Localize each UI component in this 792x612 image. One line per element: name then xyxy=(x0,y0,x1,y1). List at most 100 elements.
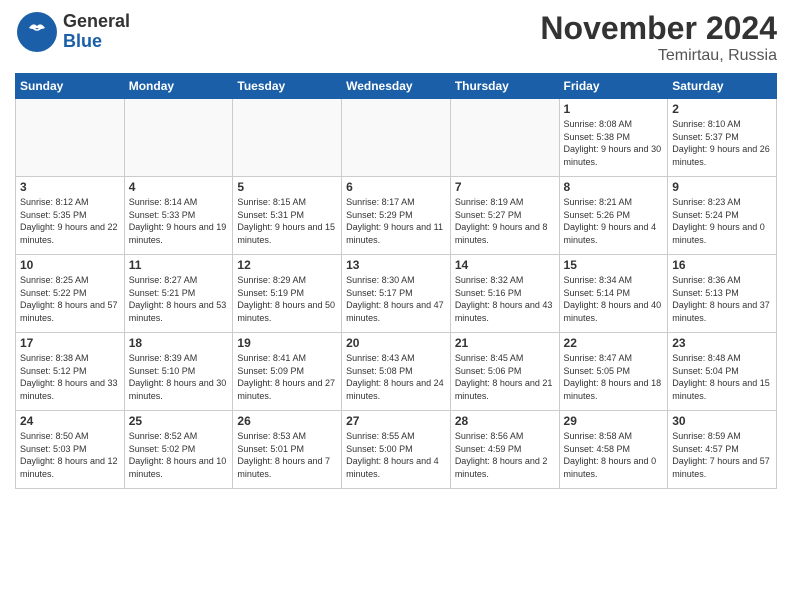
location: Temirtau, Russia xyxy=(540,47,777,65)
day-number: 18 xyxy=(129,336,229,350)
day-number: 28 xyxy=(455,414,555,428)
day-info: Sunrise: 8:55 AM Sunset: 5:00 PM Dayligh… xyxy=(346,430,446,480)
calendar-cell-w1-d4 xyxy=(450,99,559,177)
day-number: 24 xyxy=(20,414,120,428)
day-number: 2 xyxy=(672,102,772,116)
header-saturday: Saturday xyxy=(668,74,777,99)
day-info: Sunrise: 8:34 AM Sunset: 5:14 PM Dayligh… xyxy=(564,274,664,324)
day-info: Sunrise: 8:56 AM Sunset: 4:59 PM Dayligh… xyxy=(455,430,555,480)
header-wednesday: Wednesday xyxy=(342,74,451,99)
day-number: 13 xyxy=(346,258,446,272)
title-block: November 2024 Temirtau, Russia xyxy=(540,10,777,65)
day-number: 12 xyxy=(237,258,337,272)
day-number: 29 xyxy=(564,414,664,428)
page-header: General Blue November 2024 Temirtau, Rus… xyxy=(15,10,777,65)
day-info: Sunrise: 8:41 AM Sunset: 5:09 PM Dayligh… xyxy=(237,352,337,402)
calendar-cell-w4-d0: 17 Sunrise: 8:38 AM Sunset: 5:12 PM Dayli… xyxy=(16,333,125,411)
calendar-cell-w2-d3: 6Sunrise: 8:17 AM Sunset: 5:29 PM Daylig… xyxy=(342,177,451,255)
day-info: Sunrise: 8:23 AM Sunset: 5:24 PM Dayligh… xyxy=(672,196,772,246)
day-info: Sunrise: 8:10 AM Sunset: 5:37 PM Dayligh… xyxy=(672,118,772,168)
calendar-cell-w5-d2: 26 Sunrise: 8:53 AM Sunset: 5:01 PM Dayli… xyxy=(233,411,342,489)
day-number: 21 xyxy=(455,336,555,350)
day-number: 19 xyxy=(237,336,337,350)
calendar-week-2: 3 Sunrise: 8:12 AM Sunset: 5:35 PM Daylig… xyxy=(16,177,777,255)
month-title: November 2024 xyxy=(540,10,777,47)
day-info: Sunrise: 8:27 AM Sunset: 5:21 PM Dayligh… xyxy=(129,274,229,324)
header-tuesday: Tuesday xyxy=(233,74,342,99)
calendar-cell-w1-d1 xyxy=(124,99,233,177)
day-number: 17 xyxy=(20,336,120,350)
day-number: 23 xyxy=(672,336,772,350)
calendar-cell-w5-d6: 30 Sunrise: 8:59 AM Sunset: 4:57 PM Dayli… xyxy=(668,411,777,489)
calendar-cell-w2-d1: 4Sunrise: 8:14 AM Sunset: 5:33 PM Daylig… xyxy=(124,177,233,255)
logo-icon xyxy=(15,10,59,54)
calendar-cell-w3-d5: 15 Sunrise: 8:34 AM Sunset: 5:14 PM Dayli… xyxy=(559,255,668,333)
calendar-week-1: 1 Sunrise: 8:08 AM Sunset: 5:38 PM Daylig… xyxy=(16,99,777,177)
calendar-cell-w3-d6: 16Sunrise: 8:36 AM Sunset: 5:13 PM Dayli… xyxy=(668,255,777,333)
calendar-cell-w1-d3 xyxy=(342,99,451,177)
day-number: 9 xyxy=(672,180,772,194)
header-thursday: Thursday xyxy=(450,74,559,99)
day-info: Sunrise: 8:12 AM Sunset: 5:35 PM Dayligh… xyxy=(20,196,120,246)
day-info: Sunrise: 8:50 AM Sunset: 5:03 PM Dayligh… xyxy=(20,430,120,480)
day-info: Sunrise: 8:47 AM Sunset: 5:05 PM Dayligh… xyxy=(564,352,664,402)
calendar-cell-w1-d2 xyxy=(233,99,342,177)
day-number: 26 xyxy=(237,414,337,428)
logo: General Blue xyxy=(15,10,130,54)
calendar-cell-w3-d1: 11Sunrise: 8:27 AM Sunset: 5:21 PM Dayli… xyxy=(124,255,233,333)
calendar-cell-w4-d5: 22 Sunrise: 8:47 AM Sunset: 5:05 PM Dayli… xyxy=(559,333,668,411)
calendar-cell-w2-d2: 5 Sunrise: 8:15 AM Sunset: 5:31 PM Daylig… xyxy=(233,177,342,255)
day-info: Sunrise: 8:21 AM Sunset: 5:26 PM Dayligh… xyxy=(564,196,664,246)
calendar-cell-w3-d0: 10 Sunrise: 8:25 AM Sunset: 5:22 PM Dayli… xyxy=(16,255,125,333)
day-info: Sunrise: 8:15 AM Sunset: 5:31 PM Dayligh… xyxy=(237,196,337,246)
calendar-table: Sunday Monday Tuesday Wednesday Thursday… xyxy=(15,73,777,489)
calendar-cell-w5-d5: 29 Sunrise: 8:58 AM Sunset: 4:58 PM Dayli… xyxy=(559,411,668,489)
day-info: Sunrise: 8:38 AM Sunset: 5:12 PM Dayligh… xyxy=(20,352,120,402)
calendar-week-5: 24 Sunrise: 8:50 AM Sunset: 5:03 PM Dayli… xyxy=(16,411,777,489)
day-number: 8 xyxy=(564,180,664,194)
calendar-header-row: Sunday Monday Tuesday Wednesday Thursday… xyxy=(16,74,777,99)
day-info: Sunrise: 8:08 AM Sunset: 5:38 PM Dayligh… xyxy=(564,118,664,168)
day-number: 4 xyxy=(129,180,229,194)
day-number: 22 xyxy=(564,336,664,350)
day-number: 5 xyxy=(237,180,337,194)
calendar-cell-w5-d0: 24 Sunrise: 8:50 AM Sunset: 5:03 PM Dayli… xyxy=(16,411,125,489)
day-info: Sunrise: 8:58 AM Sunset: 4:58 PM Dayligh… xyxy=(564,430,664,480)
day-info: Sunrise: 8:30 AM Sunset: 5:17 PM Dayligh… xyxy=(346,274,446,324)
day-info: Sunrise: 8:36 AM Sunset: 5:13 PM Dayligh… xyxy=(672,274,772,324)
day-info: Sunrise: 8:19 AM Sunset: 5:27 PM Dayligh… xyxy=(455,196,555,246)
day-number: 15 xyxy=(564,258,664,272)
day-info: Sunrise: 8:39 AM Sunset: 5:10 PM Dayligh… xyxy=(129,352,229,402)
day-number: 14 xyxy=(455,258,555,272)
calendar-cell-w2-d0: 3 Sunrise: 8:12 AM Sunset: 5:35 PM Daylig… xyxy=(16,177,125,255)
calendar-cell-w2-d5: 8 Sunrise: 8:21 AM Sunset: 5:26 PM Daylig… xyxy=(559,177,668,255)
header-monday: Monday xyxy=(124,74,233,99)
day-number: 3 xyxy=(20,180,120,194)
day-info: Sunrise: 8:53 AM Sunset: 5:01 PM Dayligh… xyxy=(237,430,337,480)
calendar-cell-w4-d1: 18 Sunrise: 8:39 AM Sunset: 5:10 PM Dayli… xyxy=(124,333,233,411)
day-number: 6 xyxy=(346,180,446,194)
calendar-cell-w1-d5: 1 Sunrise: 8:08 AM Sunset: 5:38 PM Daylig… xyxy=(559,99,668,177)
calendar-cell-w3-d3: 13 Sunrise: 8:30 AM Sunset: 5:17 PM Dayli… xyxy=(342,255,451,333)
day-info: Sunrise: 8:25 AM Sunset: 5:22 PM Dayligh… xyxy=(20,274,120,324)
calendar-cell-w4-d6: 23 Sunrise: 8:48 AM Sunset: 5:04 PM Dayli… xyxy=(668,333,777,411)
day-info: Sunrise: 8:45 AM Sunset: 5:06 PM Dayligh… xyxy=(455,352,555,402)
day-info: Sunrise: 8:48 AM Sunset: 5:04 PM Dayligh… xyxy=(672,352,772,402)
header-sunday: Sunday xyxy=(16,74,125,99)
day-number: 25 xyxy=(129,414,229,428)
day-info: Sunrise: 8:32 AM Sunset: 5:16 PM Dayligh… xyxy=(455,274,555,324)
calendar-cell-w4-d4: 21 Sunrise: 8:45 AM Sunset: 5:06 PM Dayli… xyxy=(450,333,559,411)
calendar-cell-w5-d1: 25Sunrise: 8:52 AM Sunset: 5:02 PM Dayli… xyxy=(124,411,233,489)
calendar-week-4: 17 Sunrise: 8:38 AM Sunset: 5:12 PM Dayli… xyxy=(16,333,777,411)
day-number: 30 xyxy=(672,414,772,428)
day-number: 10 xyxy=(20,258,120,272)
day-info: Sunrise: 8:43 AM Sunset: 5:08 PM Dayligh… xyxy=(346,352,446,402)
calendar-cell-w2-d4: 7Sunrise: 8:19 AM Sunset: 5:27 PM Daylig… xyxy=(450,177,559,255)
logo-text: General Blue xyxy=(63,12,130,52)
day-number: 1 xyxy=(564,102,664,116)
day-info: Sunrise: 8:59 AM Sunset: 4:57 PM Dayligh… xyxy=(672,430,772,480)
calendar-cell-w2-d6: 9 Sunrise: 8:23 AM Sunset: 5:24 PM Daylig… xyxy=(668,177,777,255)
calendar-cell-w3-d2: 12Sunrise: 8:29 AM Sunset: 5:19 PM Dayli… xyxy=(233,255,342,333)
calendar-cell-w1-d6: 2 Sunrise: 8:10 AM Sunset: 5:37 PM Daylig… xyxy=(668,99,777,177)
calendar-cell-w4-d2: 19 Sunrise: 8:41 AM Sunset: 5:09 PM Dayli… xyxy=(233,333,342,411)
